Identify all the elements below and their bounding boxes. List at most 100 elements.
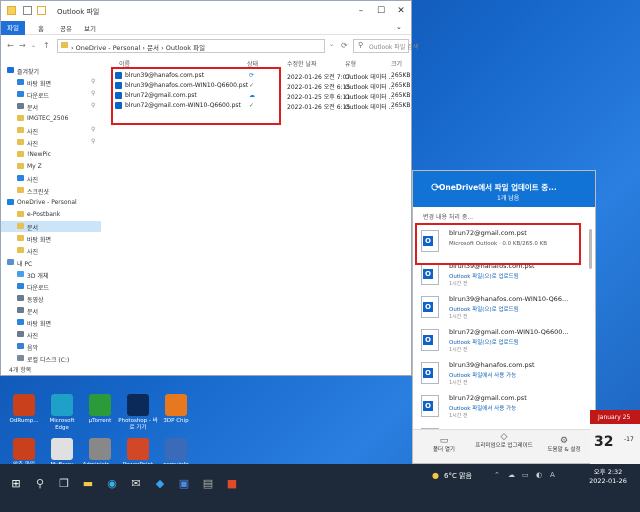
sidebar-item[interactable]: 문서 bbox=[1, 221, 101, 232]
task-view-icon[interactable]: ❐ bbox=[54, 474, 74, 494]
sidebar-item[interactable]: 동영상 bbox=[1, 293, 101, 304]
maximize-button[interactable]: ☐ bbox=[373, 4, 389, 18]
highlight-box bbox=[415, 223, 581, 265]
sidebar-item[interactable]: 음악 bbox=[1, 341, 101, 352]
refresh-icon[interactable]: ⟳ bbox=[341, 41, 348, 50]
activity-item[interactable]: blrun72@gmail.com.pst Outlook 파일에서 사용 가능1… bbox=[413, 392, 589, 422]
network-icon[interactable]: ▭ bbox=[522, 471, 529, 479]
weather-text[interactable]: 6°C 맑음 bbox=[444, 471, 472, 481]
activity-label: 변경 내용 처리 중... bbox=[423, 214, 474, 221]
chevron-down-icon[interactable]: ⌄ bbox=[393, 23, 405, 31]
activity-item[interactable]: blrun72@gmail.com-WIN10-Q6600... Outlook … bbox=[413, 326, 589, 356]
sidebar-item[interactable]: 문서 bbox=[1, 305, 101, 316]
open-folder-button[interactable]: ▭ 폴더 열기 bbox=[415, 437, 473, 454]
back-arrow-icon[interactable]: ← bbox=[7, 41, 14, 50]
tab-share[interactable]: 공유 bbox=[57, 23, 75, 33]
app-icon[interactable]: ▤ bbox=[198, 474, 218, 494]
sidebar-item[interactable]: 바탕 화면 bbox=[1, 233, 101, 244]
sidebar-item[interactable]: 내 PC bbox=[1, 257, 101, 268]
sidebar-item[interactable]: 사진 ⚲ bbox=[1, 125, 101, 136]
tab-file[interactable]: 파일 bbox=[1, 21, 25, 35]
chevron-down-icon[interactable]: ⌄ bbox=[329, 41, 334, 48]
tab-home[interactable]: 홈 bbox=[35, 23, 47, 33]
forward-arrow-icon[interactable]: → bbox=[19, 41, 26, 50]
file-type: Outlook 데이터 ... bbox=[345, 104, 395, 111]
column-header-modified[interactable]: 수정한 날짜 bbox=[287, 59, 317, 68]
close-button[interactable]: ✕ bbox=[393, 4, 409, 18]
sidebar-item[interactable]: IMGTEC_2506 bbox=[1, 113, 101, 124]
activity-item[interactable]: blrun39@hanafos.com.pst Outlook 파일에서 사용 가… bbox=[413, 359, 589, 389]
tray-overflow-icon[interactable]: ⌃ bbox=[494, 471, 500, 479]
address-row: ← → ⌄ ↑ › OneDrive - Personal › 문서 › Out… bbox=[1, 35, 418, 57]
sidebar-item[interactable]: e-Postbank bbox=[1, 209, 101, 220]
volume-icon[interactable]: ◐ bbox=[536, 471, 542, 479]
desktop-icon[interactable]: 3DP Chip bbox=[156, 394, 196, 425]
calendar-temp: -17 bbox=[624, 436, 634, 443]
folder-icon bbox=[17, 223, 24, 229]
office-icon[interactable]: ■ bbox=[222, 474, 242, 494]
sidebar-item-label: 내 PC bbox=[17, 261, 33, 268]
properties-icon[interactable] bbox=[23, 6, 32, 15]
windows-start-icon[interactable]: ⊞ bbox=[6, 474, 26, 494]
sidebar-item[interactable]: 사진 bbox=[1, 245, 101, 256]
desktop-icon[interactable]: Photoshop - 바로 가기 bbox=[118, 394, 158, 432]
edge-icon[interactable]: ◉ bbox=[102, 474, 122, 494]
sidebar-item[interactable]: 다운로드 bbox=[1, 281, 101, 292]
pin-icon[interactable]: ⚲ bbox=[91, 102, 95, 109]
premium-button[interactable]: ◇ 프리미엄으로 업그레이드 bbox=[475, 433, 533, 450]
minimize-button[interactable]: – bbox=[353, 4, 369, 18]
up-arrow-icon[interactable]: ↑ bbox=[43, 41, 50, 50]
calendar-widget[interactable]: January 25 32 -17 bbox=[590, 410, 640, 464]
sidebar-item[interactable]: 사진 ⚲ bbox=[1, 137, 101, 148]
pin-icon[interactable]: ⚲ bbox=[91, 90, 95, 97]
column-header-type[interactable]: 유형 bbox=[345, 59, 356, 68]
ime-icon[interactable]: A bbox=[550, 471, 555, 479]
photos-icon[interactable]: ▣ bbox=[174, 474, 194, 494]
scrollbar[interactable] bbox=[589, 229, 592, 269]
desktop-icon[interactable]: OdRump... bbox=[4, 394, 44, 425]
chevron-down-icon[interactable]: ⌄ bbox=[31, 42, 36, 49]
onedrive-tray-icon[interactable]: ☁ bbox=[508, 471, 515, 479]
sidebar-item[interactable]: 바탕 화면 ⚲ bbox=[1, 77, 101, 88]
activity-item[interactable]: blrun39@hanafos.com-WIN10-Q66... Outlook … bbox=[413, 293, 589, 323]
sidebar-item[interactable]: My Z bbox=[1, 161, 101, 172]
folder-icon bbox=[17, 283, 24, 289]
search-icon[interactable]: ⚲ bbox=[30, 474, 50, 494]
file-modified: 2022-01-25 오후 6:11 bbox=[287, 94, 351, 101]
weather-icon[interactable]: ● bbox=[432, 471, 439, 480]
sidebar-item-label: 음악 bbox=[27, 345, 39, 352]
sidebar-item[interactable]: 로컬 디스크 (C:) bbox=[1, 353, 101, 363]
sidebar-item[interactable]: 즐겨찾기 bbox=[1, 65, 101, 76]
pin-icon[interactable]: ⚲ bbox=[91, 78, 95, 85]
sidebar-item-label: 사진 bbox=[27, 249, 39, 256]
tab-view[interactable]: 보기 bbox=[81, 23, 99, 33]
sidebar-item[interactable]: !NewPic bbox=[1, 149, 101, 160]
folder-icon bbox=[17, 235, 24, 241]
sidebar-item[interactable]: 다운로드 ⚲ bbox=[1, 89, 101, 100]
ribbon-tabs: 파일 홈 공유 보기 ⌄ bbox=[1, 21, 411, 35]
sidebar-item[interactable]: 문서 ⚲ bbox=[1, 101, 101, 112]
explorer-icon[interactable]: ▬ bbox=[78, 474, 98, 494]
store-icon[interactable]: ◆ bbox=[150, 474, 170, 494]
sidebar-item[interactable]: OneDrive - Personal bbox=[1, 197, 101, 208]
desktop-icon[interactable]: Microsoft Edge bbox=[42, 394, 82, 432]
sidebar-item[interactable]: 3D 개체 bbox=[1, 269, 101, 280]
activity-time: 1시간 전 bbox=[449, 380, 468, 386]
pin-icon[interactable]: ⚲ bbox=[91, 126, 95, 133]
pin-icon[interactable]: ⚲ bbox=[91, 138, 95, 145]
column-header-size[interactable]: 크기 bbox=[391, 59, 402, 68]
sidebar-item[interactable]: 사진 bbox=[1, 173, 101, 184]
sidebar-item-label: 바탕 화면 bbox=[27, 237, 51, 244]
mail-icon[interactable]: ✉ bbox=[126, 474, 146, 494]
sidebar-item[interactable]: 사진 bbox=[1, 329, 101, 340]
sidebar-item[interactable]: 스크린샷 bbox=[1, 185, 101, 196]
search-icon: ⚲ bbox=[358, 41, 364, 49]
clock[interactable]: 오후 2:32 2022-01-26 bbox=[580, 468, 636, 486]
new-folder-icon[interactable] bbox=[37, 6, 46, 15]
file-size: 265KB bbox=[391, 72, 411, 79]
desktop-icon[interactable]: µTorrent bbox=[80, 394, 120, 425]
onedrive-title: OneDrive에서 파일 업데이트 중... bbox=[439, 183, 557, 192]
breadcrumb[interactable]: › OneDrive - Personal › 문서 › Outlook 파일 bbox=[71, 42, 205, 52]
help-settings-button[interactable]: ⚙ 도움말 & 설정 bbox=[535, 437, 593, 454]
sidebar-item[interactable]: 바탕 화면 bbox=[1, 317, 101, 328]
